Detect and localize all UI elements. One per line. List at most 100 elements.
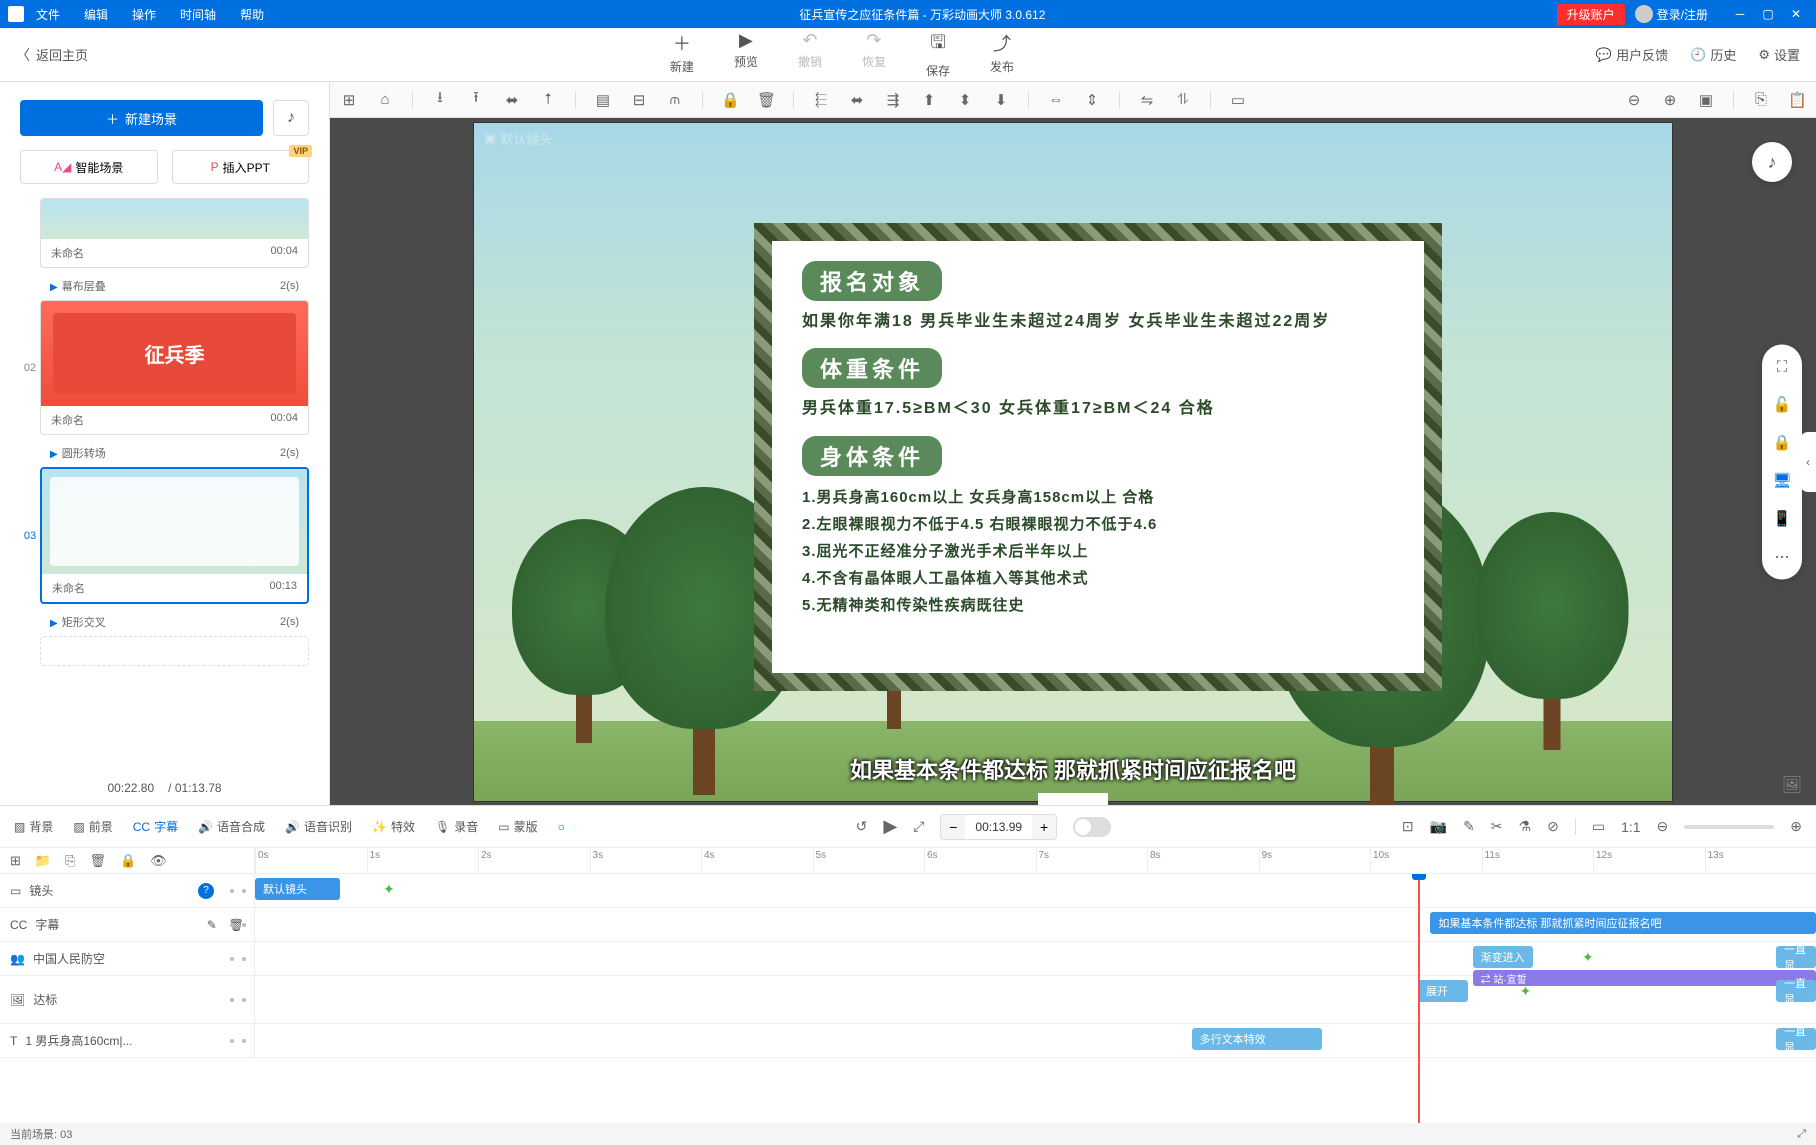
marker-icon[interactable]: ⊡ [1402, 818, 1414, 835]
filter-icon[interactable]: ⚗ [1519, 818, 1532, 835]
zoom-out-icon[interactable]: ⊖ [1657, 818, 1669, 835]
add-keyframe-icon[interactable]: ✦ [1512, 980, 1540, 1002]
preview-button[interactable]: ▶预览 [734, 30, 758, 79]
menu-file[interactable]: 文件 [36, 6, 60, 23]
layout-icon[interactable]: ⊞ [340, 91, 358, 109]
ratio-icon[interactable]: 1:1 [1621, 819, 1640, 835]
delete-track-icon[interactable]: 🗑 [90, 853, 107, 869]
edit-icon[interactable]: ✎ [1463, 818, 1475, 835]
align-right-icon[interactable]: ⇶ [884, 91, 902, 109]
folder-icon[interactable]: 📁 [35, 853, 51, 869]
effect-clip[interactable]: 展开 [1418, 980, 1468, 1002]
group-icon[interactable]: ⊟ [630, 91, 648, 109]
copy-track-icon[interactable]: ⎘ [65, 853, 75, 869]
more-icon[interactable]: ⋯ [1775, 547, 1790, 565]
menu-timeline[interactable]: 时间轴 [180, 6, 216, 23]
upgrade-button[interactable]: 升级账户 [1557, 4, 1625, 25]
tab-background[interactable]: ▨背景 [14, 818, 53, 835]
mobile-icon[interactable]: 📱 [1773, 509, 1792, 527]
zoom-slider[interactable] [1684, 825, 1774, 829]
lock-open-icon[interactable]: 🔒 [1773, 433, 1792, 451]
cut-icon[interactable]: ✂ [1491, 818, 1503, 835]
info-card[interactable]: 报名对象 如果你年满18 男兵毕业生未超过24周岁 女兵毕业生未超过22周岁 体… [754, 223, 1442, 691]
add-keyframe-icon[interactable]: ✦ [375, 878, 403, 900]
redo-button[interactable]: ↷恢复 [862, 30, 886, 79]
effect-clip[interactable]: 渐变进入 [1473, 946, 1533, 968]
zoom-in-icon[interactable]: ⊕ [1661, 91, 1679, 109]
tab-record[interactable]: 🎙录音 [435, 818, 478, 835]
distribute-icon[interactable]: ▤ [594, 91, 612, 109]
align-vmid-icon[interactable]: ⬍ [956, 91, 974, 109]
undo-button[interactable]: ↶撤销 [798, 30, 822, 79]
insert-ppt-button[interactable]: P插入PPTVIP [172, 150, 310, 184]
history-button[interactable]: 🕘历史 [1690, 45, 1736, 64]
zoom-in-icon[interactable]: ⊕ [1790, 818, 1802, 835]
expand-status-icon[interactable]: ⤢ [1797, 1128, 1806, 1141]
menu-edit[interactable]: 编辑 [84, 6, 108, 23]
canvas-area[interactable]: 报名对象 如果你年满18 男兵毕业生未超过24周岁 女兵毕业生未超过22周岁 体… [330, 118, 1816, 805]
side-panel-handle[interactable]: ‹ [1800, 432, 1816, 492]
scene-item[interactable]: 未命名00:04 [20, 198, 309, 268]
save-button[interactable]: 🖫保存 [926, 30, 950, 79]
track-row-subtitle[interactable]: CC字幕✎🗑 如果基本条件都达标 那就抓紧时间应征报名吧 [0, 908, 1816, 942]
flip-h-icon[interactable]: ⇋ [1138, 91, 1156, 109]
menu-action[interactable]: 操作 [132, 6, 156, 23]
scene-card-selected[interactable]: 未命名00:13 [40, 467, 309, 604]
tab-subtitle[interactable]: CC字幕 [133, 818, 178, 835]
dist-h-icon[interactable]: ⇔ [1047, 91, 1065, 108]
merge-icon[interactable]: ⫙ [666, 91, 684, 108]
add-keyframe-icon[interactable]: ✦ [1574, 946, 1602, 968]
scene-music-button[interactable]: ♪ [273, 100, 309, 136]
track-row[interactable]: T1 男兵身高160cm|... 多行文本特效 一直显 [0, 1024, 1816, 1058]
unlock-icon[interactable]: 🔓 [1773, 395, 1792, 413]
scene-item[interactable]: 03 未命名00:13 [20, 467, 309, 604]
align-mid-icon[interactable]: ⬌ [503, 91, 521, 109]
thumbnail-toggle-icon[interactable]: 🖼 [1782, 775, 1802, 795]
eye-icon[interactable]: 👁 [150, 853, 167, 869]
feedback-button[interactable]: 💬用户反馈 [1596, 45, 1668, 64]
new-button[interactable]: ＋新建 [670, 30, 694, 79]
dist-v-icon[interactable]: ⇕ [1083, 91, 1101, 109]
scene-card[interactable]: 征兵季 未命名00:04 [40, 300, 309, 435]
effect-clip[interactable]: 一直显 [1776, 980, 1816, 1002]
layer-icon[interactable]: ▭ [1229, 91, 1247, 109]
menu-help[interactable]: 帮助 [240, 6, 264, 23]
home-icon[interactable]: ⌂ [376, 91, 394, 108]
desktop-icon[interactable]: 🖥 [1772, 471, 1791, 489]
camera-icon[interactable]: 📷 [1430, 818, 1447, 835]
close-button[interactable]: ✕ [1784, 5, 1808, 23]
align-up-icon[interactable]: ⭱ [467, 87, 485, 112]
link-icon[interactable]: ⊘ [1547, 818, 1559, 835]
time-plus-button[interactable]: + [1032, 815, 1056, 839]
transition-row[interactable]: ▶圆形转场2(s) [20, 439, 309, 467]
time-ruler[interactable]: 0s1s2s3s4s5s6s7s8s9s10s11s12s13s [255, 848, 1816, 873]
scene-placeholder[interactable] [40, 636, 309, 666]
tab-mask[interactable]: ▭蒙版 [498, 818, 537, 835]
align-vbot-icon[interactable]: ⬇ [992, 91, 1010, 109]
publish-button[interactable]: ⤴发布 [990, 30, 1014, 79]
expand-icon[interactable]: ⤢ [913, 818, 924, 835]
time-minus-button[interactable]: − [941, 815, 965, 839]
help-icon[interactable]: ? [198, 883, 214, 899]
camera-clip[interactable]: 默认镜头 [255, 878, 340, 900]
settings-button[interactable]: ⚙设置 [1758, 45, 1800, 64]
tab-tts[interactable]: 🔊语音合成 [198, 818, 265, 835]
scene-list[interactable]: 未命名00:04 ▶幕布层叠2(s) 02 征兵季 未命名00:04 ▶圆形转场… [20, 198, 309, 775]
frame-icon[interactable]: ▭ [1592, 818, 1605, 835]
copy-icon[interactable]: ⎘ [1752, 91, 1770, 108]
rewind-icon[interactable]: ↺ [856, 818, 868, 835]
zoom-out-icon[interactable]: ⊖ [1625, 91, 1643, 109]
loop-toggle[interactable] [1073, 817, 1111, 837]
login-button[interactable]: 登录/注册 [1657, 6, 1708, 23]
subtitle-clip[interactable]: 如果基本条件都达标 那就抓紧时间应征报名吧 [1430, 912, 1816, 934]
align-top-icon[interactable]: ⭡ [539, 91, 557, 108]
smart-scene-button[interactable]: A◢智能场景 [20, 150, 158, 184]
transition-row[interactable]: ▶幕布层叠2(s) [20, 272, 309, 300]
text-effect-clip[interactable]: 多行文本特效 [1192, 1028, 1322, 1050]
effect-clip[interactable]: 一直显 [1776, 946, 1816, 968]
align-left-icon[interactable]: ⬱ [812, 91, 830, 108]
delete-icon[interactable]: 🗑 [757, 91, 775, 109]
transition-row[interactable]: ▶矩形交叉2(s) [20, 608, 309, 636]
tab-asr[interactable]: 🔊语音识别 [285, 818, 352, 835]
play-button[interactable]: ▶ [883, 816, 897, 837]
